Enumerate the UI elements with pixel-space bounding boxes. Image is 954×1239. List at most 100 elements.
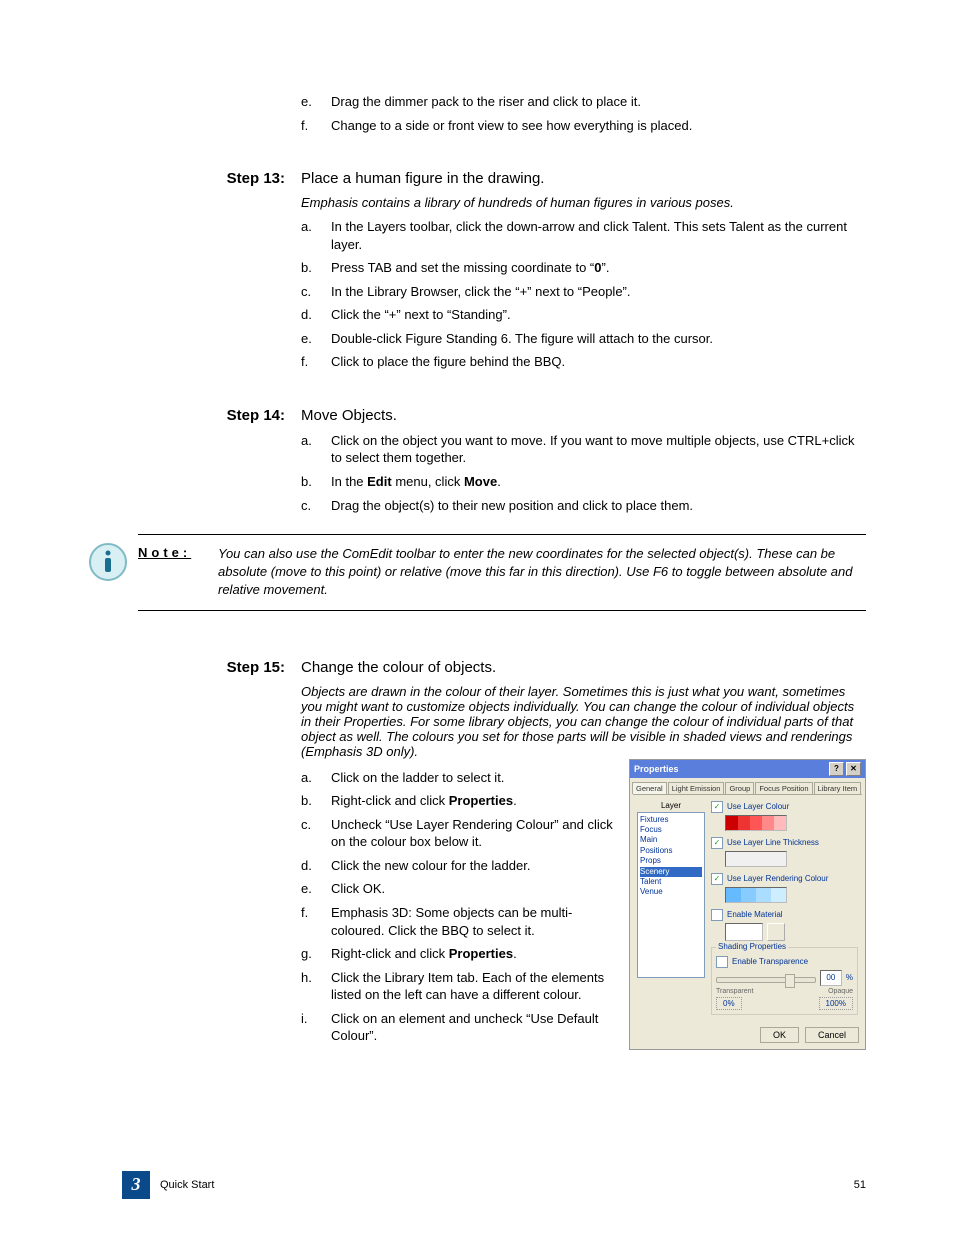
- page-number: 51: [854, 1179, 866, 1191]
- list-text: Drag the dimmer pack to the riser and cl…: [331, 93, 866, 111]
- shading-group: Shading Properties Enable Transparence 0…: [711, 947, 858, 1015]
- close-icon[interactable]: ✕: [846, 762, 861, 776]
- list-text: Click to place the figure behind the BBQ…: [331, 353, 866, 371]
- list-item: h.Click the Library Item tab. Each of th…: [301, 969, 619, 1004]
- list-text: In the Library Browser, click the “+” ne…: [331, 283, 866, 301]
- slider-label-opaque: Opaque: [828, 988, 853, 995]
- layer-item[interactable]: Focus: [640, 825, 702, 835]
- list-text: Click the Library Item tab. Each of the …: [331, 969, 619, 1004]
- layer-item[interactable]: Fixtures: [640, 815, 702, 825]
- list-item: a.Click on the object you want to move. …: [301, 432, 866, 467]
- layer-column: Layer Fixtures Focus Main Positions Prop…: [637, 801, 705, 1015]
- list-item: e.Double-click Figure Standing 6. The fi…: [301, 330, 866, 348]
- dialog-titlebar[interactable]: Properties ? ✕: [630, 760, 865, 778]
- zero-button-left[interactable]: 0%: [716, 997, 742, 1010]
- colour-swatch[interactable]: [725, 815, 787, 831]
- list-item: c.Uncheck “Use Layer Rendering Colour” a…: [301, 816, 619, 851]
- list-marker: a.: [301, 432, 331, 450]
- list-marker: f.: [301, 117, 331, 135]
- step-14-header: Step 14: Move Objects.: [193, 407, 866, 424]
- transparency-value[interactable]: 00: [820, 970, 842, 986]
- list-text: Click OK.: [331, 880, 619, 898]
- list-text: Emphasis 3D: Some objects can be multi-c…: [331, 904, 619, 939]
- list-item: d.Click the new colour for the ladder.: [301, 857, 619, 875]
- step-13-header: Step 13: Place a human figure in the dra…: [193, 170, 866, 187]
- list-marker: d.: [301, 306, 331, 324]
- hundred-button-right[interactable]: 100%: [819, 997, 853, 1010]
- layer-item[interactable]: Venue: [640, 887, 702, 897]
- list-text: Click the new colour for the ladder.: [331, 857, 619, 875]
- list-marker: d.: [301, 857, 331, 875]
- list-item: e.Drag the dimmer pack to the riser and …: [301, 93, 866, 111]
- list-text: Click on the ladder to select it.: [331, 769, 619, 787]
- layer-item-selected[interactable]: Scenery: [640, 867, 702, 877]
- list-marker: b.: [301, 259, 331, 277]
- list-marker: g.: [301, 945, 331, 963]
- list-text: In the Edit menu, click Move.: [331, 473, 866, 491]
- intro-items: e.Drag the dimmer pack to the riser and …: [301, 93, 866, 134]
- checkbox-use-layer-colour[interactable]: ✓Use Layer Colour: [711, 801, 858, 813]
- list-item: b.Right-click and click Properties.: [301, 792, 619, 810]
- list-marker: h.: [301, 969, 331, 987]
- layer-list[interactable]: Fixtures Focus Main Positions Props Scen…: [637, 812, 705, 978]
- step-title: Move Objects.: [301, 407, 397, 424]
- checkbox-enable-material[interactable]: Enable Material: [711, 909, 858, 921]
- checkbox-use-layer-render[interactable]: ✓Use Layer Rendering Colour: [711, 873, 858, 885]
- render-colour-swatch[interactable]: [725, 887, 787, 903]
- list-text: Right-click and click Properties.: [331, 792, 619, 810]
- note-box: Note: You can also use the ComEdit toolb…: [138, 534, 866, 611]
- line-thickness-box[interactable]: [725, 851, 787, 867]
- tab-light-emission[interactable]: Light Emission: [668, 782, 725, 794]
- ok-button[interactable]: OK: [760, 1027, 799, 1043]
- list-marker: a.: [301, 218, 331, 236]
- chapter-number: 3: [122, 1171, 150, 1199]
- dialog-buttons: OK Cancel: [630, 1021, 865, 1049]
- page-footer: 3 Quick Start 51: [88, 1171, 866, 1199]
- tab-group[interactable]: Group: [725, 782, 754, 794]
- list-marker: f.: [301, 904, 331, 922]
- dialog-tabs: General Light Emission Group Focus Posit…: [630, 778, 865, 794]
- list-marker: c.: [301, 497, 331, 515]
- step-15-header: Step 15: Change the colour of objects.: [193, 659, 866, 676]
- cancel-button[interactable]: Cancel: [805, 1027, 859, 1043]
- list-marker: c.: [301, 283, 331, 301]
- shading-legend: Shading Properties: [716, 942, 788, 951]
- list-marker: f.: [301, 353, 331, 371]
- step-label: Step 15:: [193, 659, 301, 676]
- dialog-title: Properties: [634, 764, 679, 774]
- list-marker: c.: [301, 816, 331, 834]
- checkbox-enable-transparence[interactable]: Enable Transparence: [716, 956, 853, 968]
- list-text: Click on the object you want to move. If…: [331, 432, 866, 467]
- list-marker: i.: [301, 1010, 331, 1028]
- step-title: Place a human figure in the drawing.: [301, 170, 544, 187]
- list-text: Change to a side or front view to see ho…: [331, 117, 866, 135]
- list-item: f.Change to a side or front view to see …: [301, 117, 866, 135]
- options-column: ✓Use Layer Colour ✓Use Layer Line Thickn…: [711, 801, 858, 1015]
- step-14-body: a.Click on the object you want to move. …: [301, 432, 866, 514]
- list-text: Click the “+” next to “Standing”.: [331, 306, 866, 324]
- layer-item[interactable]: Main: [640, 835, 702, 845]
- help-icon[interactable]: ?: [829, 762, 844, 776]
- checkbox-use-layer-line[interactable]: ✓Use Layer Line Thickness: [711, 837, 858, 849]
- list-item: f.Emphasis 3D: Some objects can be multi…: [301, 904, 619, 939]
- tab-general[interactable]: General: [632, 782, 667, 794]
- step-note: Emphasis contains a library of hundreds …: [301, 195, 866, 210]
- transparency-slider[interactable]: [716, 977, 816, 983]
- section-name: Quick Start: [160, 1179, 214, 1191]
- tab-library-item[interactable]: Library Item: [814, 782, 862, 794]
- material-picker-button[interactable]: [767, 923, 785, 941]
- layer-item[interactable]: Positions: [640, 846, 702, 856]
- list-item: e.Click OK.: [301, 880, 619, 898]
- material-box[interactable]: [725, 923, 763, 941]
- list-text: Uncheck “Use Layer Rendering Colour” and…: [331, 816, 619, 851]
- list-item: f.Click to place the figure behind the B…: [301, 353, 866, 371]
- list-marker: e.: [301, 330, 331, 348]
- layer-item[interactable]: Props: [640, 856, 702, 866]
- layer-item[interactable]: Talent: [640, 877, 702, 887]
- step-title: Change the colour of objects.: [301, 659, 496, 676]
- list-text: Drag the object(s) to their new position…: [331, 497, 866, 515]
- note-label: Note:: [138, 545, 218, 560]
- list-text: Double-click Figure Standing 6. The figu…: [331, 330, 866, 348]
- list-item: b.In the Edit menu, click Move.: [301, 473, 866, 491]
- tab-focus-position[interactable]: Focus Position: [755, 782, 812, 794]
